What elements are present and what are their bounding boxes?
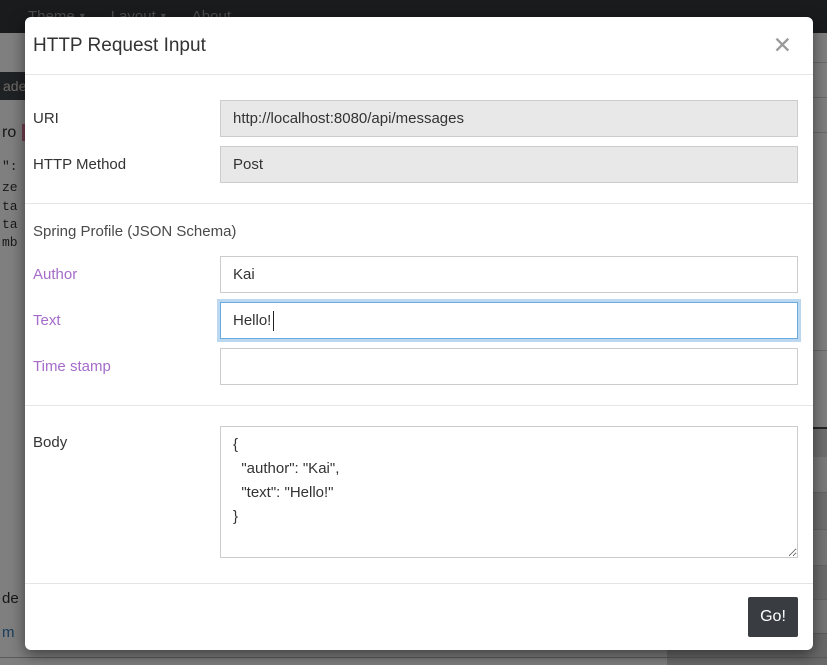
http-request-dialog: HTTP Request Input ✕ URI HTTP Method Spr… [25,17,813,650]
http-method-input[interactable] [220,146,798,183]
text-label: Text [33,312,220,329]
body-label: Body [33,426,220,451]
close-icon[interactable]: ✕ [767,34,798,57]
dialog-header: HTTP Request Input ✕ [25,17,813,75]
http-method-label: HTTP Method [33,156,220,173]
author-label: Author [33,266,220,283]
text-row: Text [33,302,798,339]
section-divider [25,203,813,204]
author-row: Author [33,256,798,293]
timestamp-input[interactable] [220,348,798,385]
uri-row: URI [33,100,798,137]
dialog-footer: Go! [25,583,813,650]
text-cursor [273,311,274,331]
timestamp-label: Time stamp [33,358,220,375]
schema-heading: Spring Profile (JSON Schema) [33,223,798,240]
http-method-row: HTTP Method [33,146,798,183]
author-input[interactable] [220,256,798,293]
uri-input[interactable] [220,100,798,137]
timestamp-row: Time stamp [33,348,798,385]
dialog-body: URI HTTP Method Spring Profile (JSON Sch… [25,75,813,583]
body-row: Body { "author": "Kai", "text": "Hello!"… [33,426,798,558]
dialog-title: HTTP Request Input [33,35,206,57]
go-button[interactable]: Go! [748,597,798,637]
uri-label: URI [33,110,220,127]
body-textarea[interactable]: { "author": "Kai", "text": "Hello!" } [220,426,798,558]
text-input[interactable] [220,302,798,339]
